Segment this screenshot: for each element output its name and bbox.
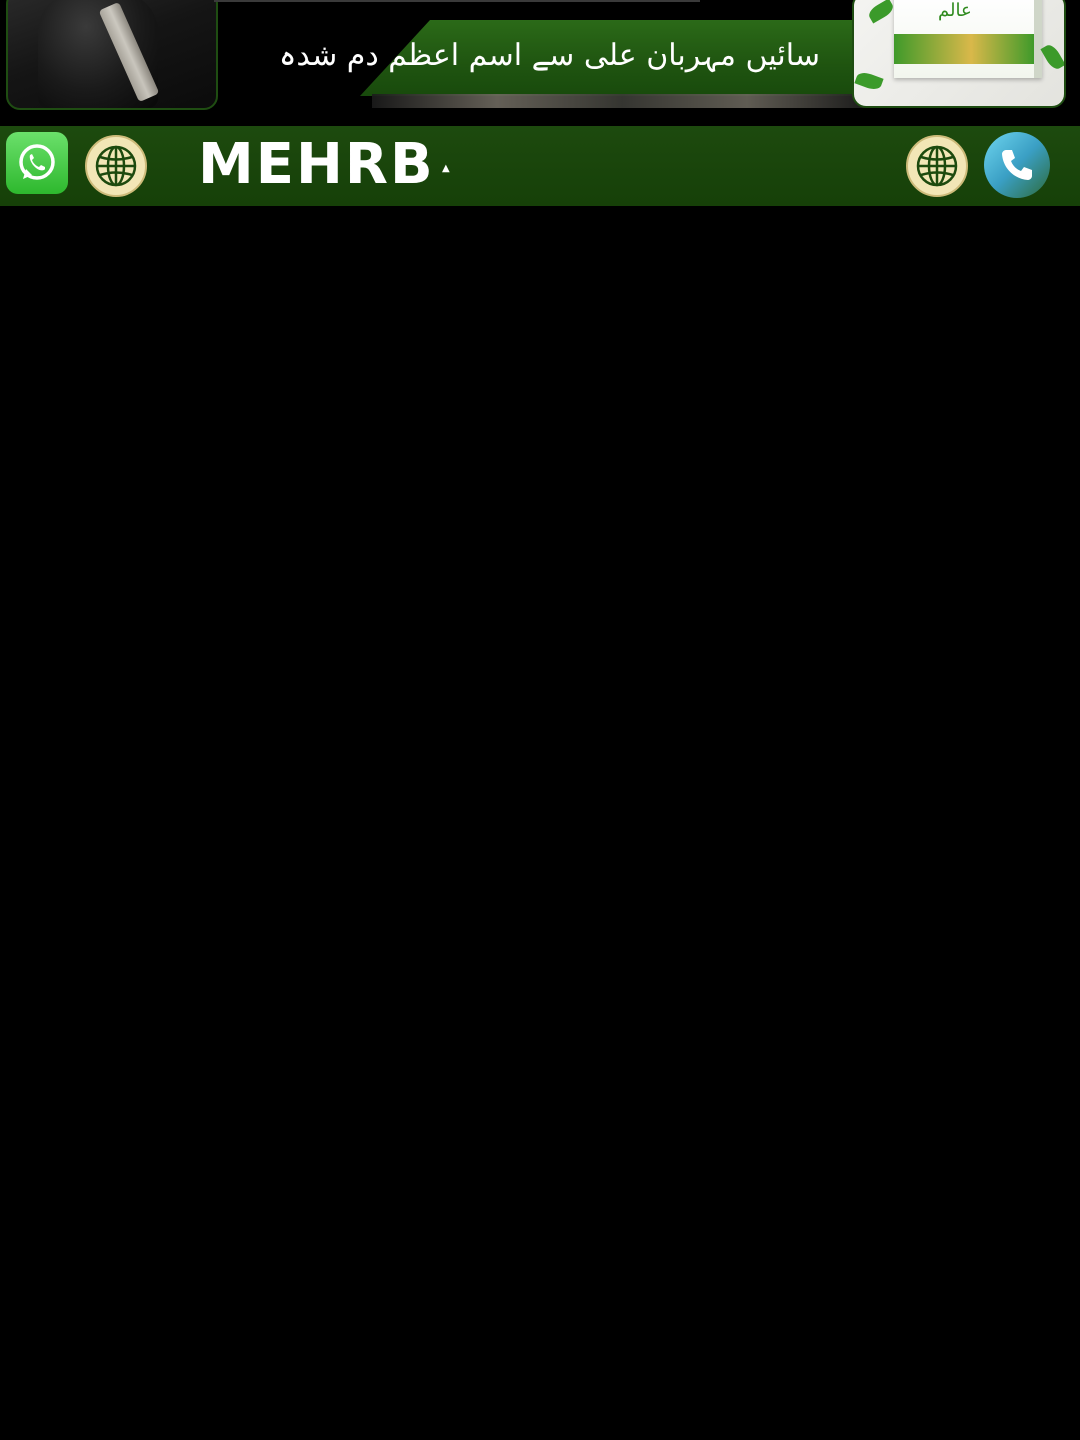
app-frame: سائیں مہربان علی سے اسم اعظم دم شدہ عالم [0, 0, 1080, 1440]
banner-divider [214, 0, 700, 2]
whatsapp-button[interactable] [6, 132, 68, 194]
contact-toolbar: MEHRB ▲ [0, 126, 1080, 206]
empty-content-area [0, 206, 1080, 1440]
product-image: عالم [852, 0, 1066, 108]
globe-icon [95, 145, 137, 187]
whatsapp-icon [19, 144, 55, 180]
leaf-decoration [854, 69, 884, 93]
top-banner: سائیں مہربان علی سے اسم اعظم دم شدہ عالم [0, 0, 1080, 112]
ribbon-shadow [372, 94, 872, 108]
leaf-decoration [1040, 42, 1064, 72]
website-button-right[interactable] [906, 135, 968, 197]
product-band [894, 34, 1034, 64]
call-button[interactable] [984, 132, 1050, 198]
profile-photo [6, 0, 218, 110]
tagline-text: سائیں مہربان علی سے اسم اعظم دم شدہ [278, 38, 820, 73]
chevron-up-icon: ▲ [442, 163, 450, 174]
globe-icon [916, 145, 958, 187]
brand-name: MEHRB [198, 132, 435, 197]
product-label: عالم [938, 0, 972, 21]
phone-icon [1002, 150, 1032, 180]
leaf-decoration [866, 0, 896, 24]
website-button[interactable] [85, 135, 147, 197]
